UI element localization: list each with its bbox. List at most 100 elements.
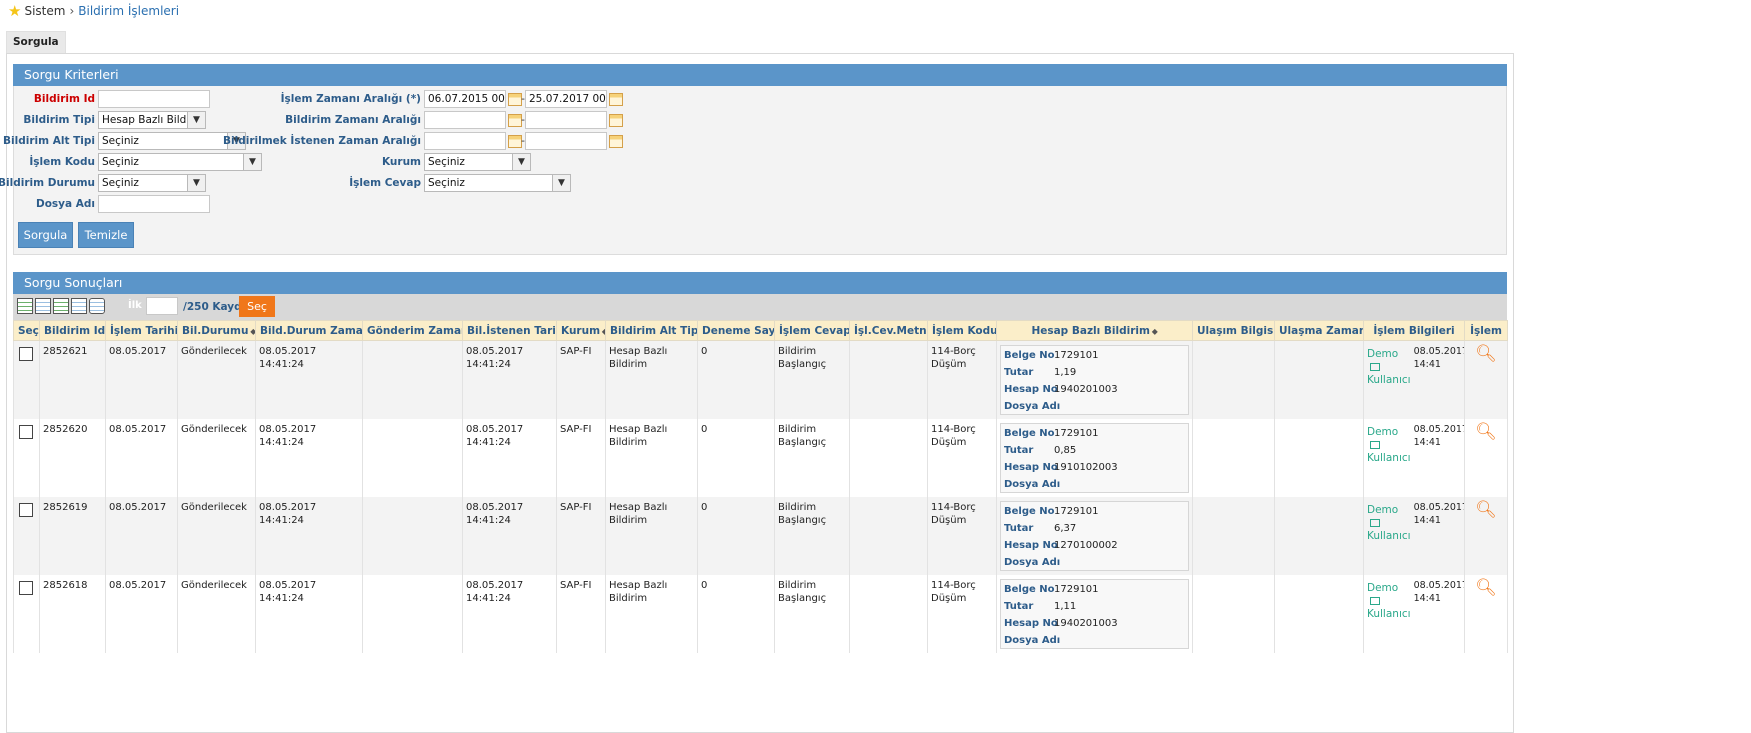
chevron-down-icon: ▼ [243,154,261,170]
durum-zamani-cell: 08.05.2017 14:41:24 [255,575,363,653]
mail-icon[interactable] [1370,363,1380,371]
export-icon[interactable] [89,298,105,314]
column-header[interactable]: Kurum⬥ [556,320,606,341]
user-date: 08.05.2017 14:41 [1413,424,1465,448]
search-icon[interactable]: 🔍︎ [1468,580,1504,597]
column-header[interactable]: Seç [13,320,40,341]
list-detail-icon[interactable] [71,298,87,314]
column-header[interactable]: İşlem Cevap⬥ [774,320,850,341]
bildirim-zamani-to[interactable] [525,111,607,129]
column-header[interactable]: Bild.Durum Zamanı⬥ [255,320,363,341]
istenen-tarih-cell: 08.05.2017 14:41:24 [462,419,557,497]
column-header[interactable]: Ulaşım Bilgisi⬥ [1192,320,1275,341]
row-checkbox[interactable] [19,425,33,439]
column-header[interactable]: İşlem Tarihi⬥ [105,320,178,341]
select-all-icon[interactable] [17,298,33,314]
user-date: 08.05.2017 14:41 [1413,502,1465,526]
belge-value: 1729101 [1054,428,1099,439]
search-icon[interactable]: 🔍︎ [1468,346,1504,363]
star-icon[interactable]: ★ [8,2,21,20]
user-link[interactable]: Demo Kullanıcı [1367,582,1411,621]
bildirim-zamani-label: Bildirim Zamanı Aralığı [285,114,421,126]
column-header[interactable]: Bil.Durumu⬥ [177,320,256,341]
bildirim-tipi-select[interactable]: Hesap Bazlı Bildirim ▼ [98,111,206,129]
breadcrumb-current[interactable]: Bildirim İşlemleri [78,4,179,18]
cevap-metni-cell [849,575,928,653]
bildirilmek-istenen-to[interactable] [525,132,607,150]
select-cell [13,497,40,575]
breadcrumb-root[interactable]: Sistem [24,4,65,18]
user-link[interactable]: Demo Kullanıcı [1367,426,1411,465]
kod-line: 114-Borç [931,502,976,513]
bildirim-id-cell: 2852620 [39,419,106,497]
user-link[interactable]: Demo Kullanıcı [1367,348,1411,387]
calendar-icon[interactable] [609,93,623,106]
column-header[interactable]: Bildirim Id⬥ [39,320,106,341]
calendar-icon[interactable] [609,114,623,127]
islem-kodu-cell: 114-Borç Düşüm [927,340,997,419]
column-header[interactable]: Bildirim Alt Tipi⬥ [605,320,698,341]
calendar-icon[interactable] [609,135,623,148]
ulasma-cell [1274,497,1364,575]
column-header[interactable]: Bil.İstenen Tarih⬥ [462,320,557,341]
islem-tarihi-cell: 08.05.2017 [105,497,178,575]
row-checkbox[interactable] [19,347,33,361]
calendar-icon[interactable] [508,114,522,127]
search-icon[interactable]: 🔍︎ [1468,424,1504,441]
sort-icon: ⬥ [602,327,604,336]
islem-tarihi-cell: 08.05.2017 [105,419,178,497]
sec-button[interactable]: Seç [239,296,275,317]
islem-cell: 🔍︎ [1464,419,1508,497]
column-header[interactable]: İşl.Cev.Metni⬥ [849,320,928,341]
bildirilmek-istenen-from[interactable] [424,132,506,150]
calendar-icon[interactable] [508,135,522,148]
results-header: Sorgu Sonuçları [13,272,1507,294]
ulasim-cell [1192,497,1275,575]
column-header[interactable]: Deneme Say.⬥ [697,320,775,341]
deneme-cell: 0 [697,575,775,653]
tutar-value: 6,37 [1054,523,1077,534]
tutar-label: Tutar [1004,445,1034,456]
dosya-label: Dosya Adı [1004,479,1061,490]
mail-icon[interactable] [1370,519,1380,527]
mail-icon[interactable] [1370,597,1380,605]
row-checkbox[interactable] [19,503,33,517]
durum-zamani-cell: 08.05.2017 14:41:24 [255,340,363,419]
islem-kodu-select[interactable]: Seçiniz ▼ [98,153,262,171]
mail-icon[interactable] [1370,441,1380,449]
ulasma-cell [1274,575,1364,653]
list-icon[interactable] [35,298,51,314]
column-header[interactable]: Hesap Bazlı Bildirim ⬥ [996,320,1193,341]
kod-line: Düşüm [931,359,967,370]
dosya-adi-input[interactable] [98,195,210,213]
cevap-line: Başlangıç [778,437,827,448]
kurum-select[interactable]: Seçiniz ▼ [424,153,531,171]
islem-cevap-select[interactable]: Seçiniz ▼ [424,174,571,192]
alt-tipi-cell: Hesap Bazlı Bildirim [605,497,698,575]
islem-zamani-to[interactable]: 25.07.2017 00:00 [525,90,607,108]
bildirim-zamani-from[interactable] [424,111,506,129]
column-header[interactable]: Ulaşma Zamanı⬥ [1274,320,1364,341]
islem-kodu-value: Seçiniz [102,156,139,168]
cevap-line: Bildirim [778,580,817,591]
page-input[interactable] [146,297,178,315]
bildirim-id-cell: 2852618 [39,575,106,653]
bildirim-durumu-select[interactable]: Seçiniz ▼ [98,174,206,192]
select-page-icon[interactable] [53,298,69,314]
islem-zamani-from[interactable]: 06.07.2015 00:00 [424,90,506,108]
column-header[interactable]: Gönderim Zamanı⬥ [362,320,463,341]
bildirim-id-input[interactable] [98,90,210,108]
column-header[interactable]: İşlem Kodu⬥ [927,320,997,341]
kurum-cell: SAP-FI [556,497,606,575]
select-cell [13,575,40,653]
user-link[interactable]: Demo Kullanıcı [1367,504,1411,543]
sorgula-button[interactable]: Sorgula [18,222,73,248]
calendar-icon[interactable] [508,93,522,106]
kod-line: 114-Borç [931,580,976,591]
search-icon[interactable]: 🔍︎ [1468,502,1504,519]
tab-sorgula[interactable]: Sorgula [6,31,66,53]
temizle-button[interactable]: Temizle [78,222,134,248]
hesap-value: 1270100002 [1054,540,1118,551]
row-checkbox[interactable] [19,581,33,595]
cevap-line: Başlangıç [778,593,827,604]
